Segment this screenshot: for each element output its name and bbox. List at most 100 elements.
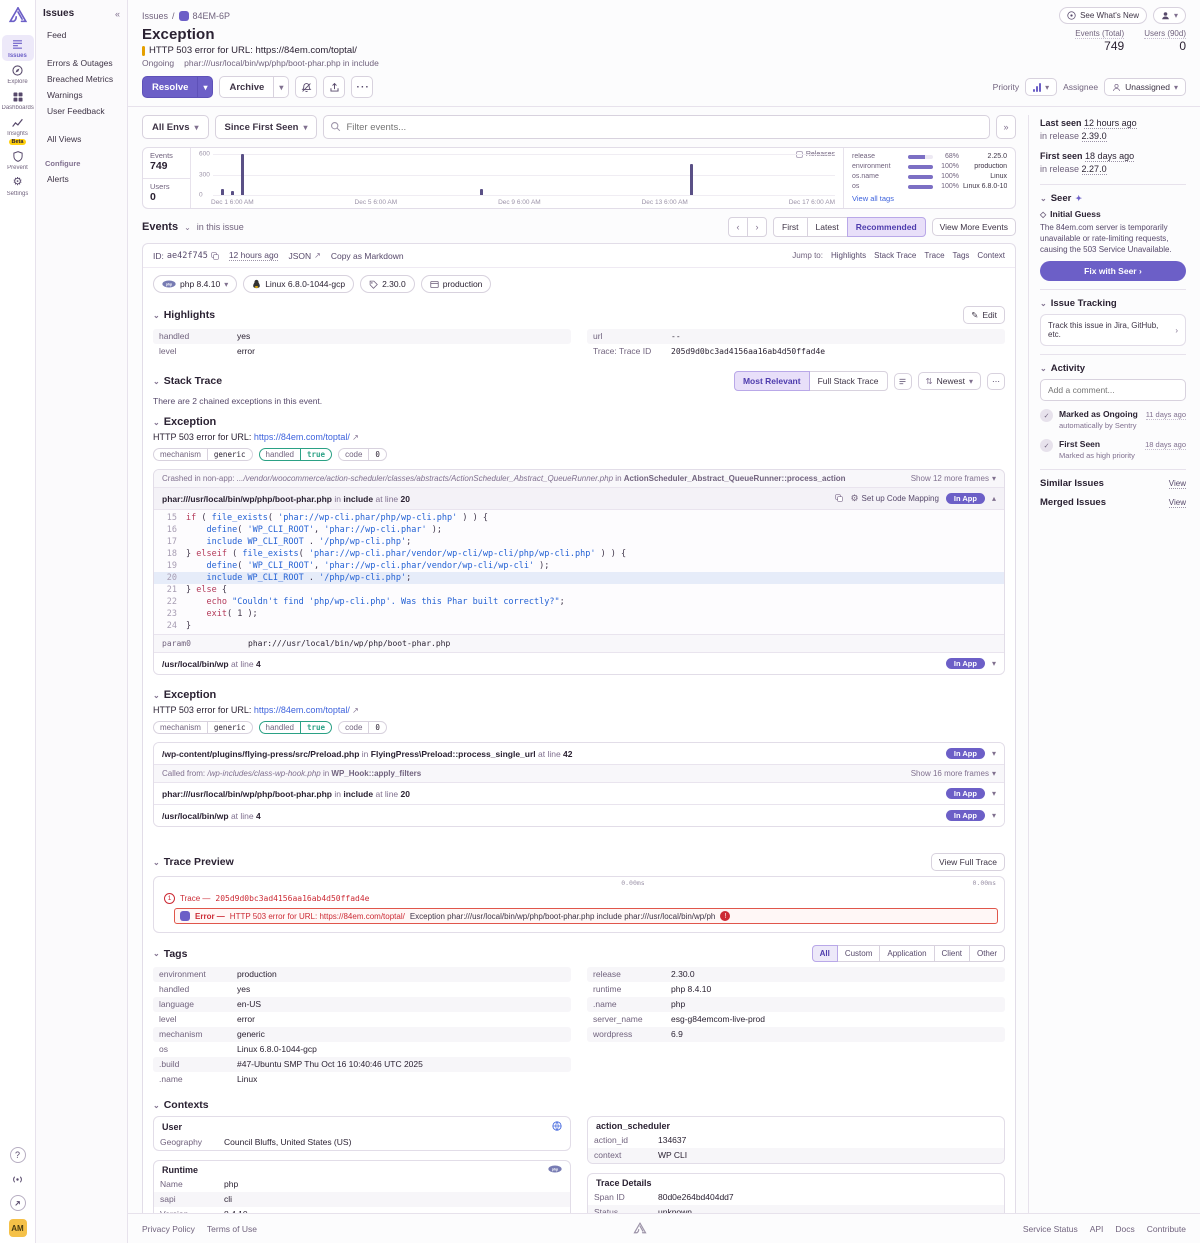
events-nav-first[interactable]: First — [773, 217, 808, 237]
jump-link-tags[interactable]: Tags — [953, 251, 970, 260]
view-json-link[interactable]: JSON↗ — [288, 251, 320, 261]
tag-summary-row-environment[interactable]: environment100%production — [852, 163, 1007, 170]
tags-filter-other[interactable]: Other — [969, 945, 1005, 962]
issue-tracking-title[interactable]: ⌄ Issue Tracking — [1040, 298, 1186, 309]
exception-title[interactable]: ⌄Exception — [153, 689, 1005, 701]
contexts-title[interactable]: ⌄Contexts — [153, 1099, 209, 1111]
collapse-sidebar-icon[interactable]: « — [115, 9, 120, 19]
chevron-down-icon[interactable]: ▾ — [992, 659, 996, 668]
comment-input[interactable] — [1040, 379, 1186, 401]
last-seen-release-link[interactable]: 2.39.0 — [1082, 131, 1107, 142]
copy-as-markdown-link[interactable]: Copy as Markdown — [331, 251, 404, 261]
rail-item-explore[interactable]: Explore — [2, 61, 34, 87]
events-bar-chart[interactable]: Releases 6003000 Dec 1 6:00 AMDec 5 6:00… — [191, 148, 843, 208]
sidebar-item-breached-metrics[interactable]: Breached Metrics — [43, 71, 120, 87]
expand-filters-button[interactable]: » — [996, 115, 1016, 139]
assignee-dropdown[interactable]: Unassigned ▾ — [1104, 78, 1186, 96]
broadcast-icon[interactable] — [10, 1171, 26, 1187]
support-icon[interactable] — [10, 1195, 26, 1211]
archive-dropdown-button[interactable]: ▾ — [274, 76, 289, 98]
tag-summary-row-release[interactable]: release68%2.25.0 — [852, 153, 1007, 160]
jump-link-context[interactable]: Context — [977, 251, 1005, 260]
rail-item-settings[interactable]: ⚙Settings — [2, 173, 34, 199]
trace-preview-title[interactable]: ⌄Trace Preview — [153, 856, 234, 868]
message-url-link[interactable]: https://84em.com/toptal/ — [254, 432, 350, 442]
trace-error-row[interactable]: Error — HTTP 503 error for URL: https://… — [174, 908, 998, 924]
frame-header[interactable]: /usr/local/bin/wp at line 4In App▾ — [154, 653, 1004, 674]
fix-with-seer-button[interactable]: Fix with Seer › — [1040, 261, 1186, 281]
rail-item-dashboards[interactable]: Dashboards — [2, 87, 34, 113]
search-input[interactable] — [323, 115, 990, 139]
tags-filter-all[interactable]: All — [812, 945, 838, 962]
edit-highlights-button[interactable]: ✎Edit — [963, 306, 1005, 324]
sidebar-item-feed[interactable]: Feed — [43, 27, 120, 43]
jump-link-highlights[interactable]: Highlights — [831, 251, 866, 260]
footer-link-service-status[interactable]: Service Status — [1023, 1224, 1078, 1234]
resolve-button[interactable]: Resolve — [142, 76, 198, 98]
frame-header[interactable]: /usr/local/bin/wp at line 4In App▾ — [154, 805, 1004, 826]
event-tag-linux[interactable]: Linux 6.8.0-1044-gcp — [243, 275, 354, 293]
merged-issues-view-link[interactable]: View — [1169, 498, 1186, 508]
value[interactable]: 205d9d0bc3ad4156aa16ab4d50ffad4e — [671, 346, 825, 357]
more-actions-button[interactable]: ⋯ — [351, 76, 373, 98]
event-id[interactable]: ID: ae42f745 — [153, 251, 219, 261]
user-avatar[interactable]: AM — [9, 1219, 27, 1237]
similar-issues-view-link[interactable]: View — [1169, 479, 1186, 489]
setup-code-mapping-button[interactable]: ⚙ Set up Code Mapping — [850, 493, 938, 504]
trace-root-row[interactable]: 1 Trace — 205d9d0bc3ad4156aa16ab4d50ffad… — [160, 891, 998, 906]
help-icon[interactable]: ? — [10, 1147, 26, 1163]
user-menu-button[interactable]: ▾ — [1153, 7, 1186, 24]
sidebar-item-all-views[interactable]: All Views — [43, 131, 120, 147]
sidebar-item-warnings[interactable]: Warnings — [43, 87, 120, 103]
sort-dropdown[interactable]: ⇅Newest▾ — [918, 372, 981, 390]
chart-users-stat[interactable]: Users 0 — [143, 178, 190, 209]
highlights-title[interactable]: ⌄Highlights — [153, 309, 215, 321]
issue-tracking-card[interactable]: Track this issue in Jira, GitHub, etc. › — [1040, 314, 1186, 346]
frame-header[interactable]: /wp-content/plugins/flying-press/src/Pre… — [154, 743, 1004, 764]
footer-link-terms-of-use[interactable]: Terms of Use — [207, 1224, 257, 1234]
mute-notifications-button[interactable] — [295, 76, 317, 98]
footer-link-privacy-policy[interactable]: Privacy Policy — [142, 1224, 195, 1234]
event-tag-environment[interactable]: production — [421, 275, 492, 293]
view-more-events-button[interactable]: View More Events — [932, 218, 1016, 236]
footer-link-docs[interactable]: Docs — [1115, 1224, 1134, 1234]
date-range-filter[interactable]: Since First Seen▾ — [215, 115, 318, 139]
copy-icon[interactable] — [835, 494, 843, 504]
show-more-frames[interactable]: Show 12 more frames▾ — [911, 474, 996, 483]
exception-title[interactable]: ⌄Exception — [153, 416, 1005, 428]
stack-trace-title[interactable]: ⌄Stack Trace — [153, 375, 222, 387]
value[interactable]: 2.30.0 — [671, 969, 695, 980]
share-button[interactable] — [323, 76, 345, 98]
activity-title[interactable]: ⌄ Activity — [1040, 363, 1186, 374]
chevron-up-icon[interactable]: ▴ — [992, 494, 996, 503]
frame-header[interactable]: phar:///usr/local/bin/wp/php/boot-phar.p… — [154, 488, 1004, 509]
frame-header[interactable]: phar:///usr/local/bin/wp/php/boot-phar.p… — [154, 783, 1004, 804]
tags-title[interactable]: ⌄Tags — [153, 948, 187, 960]
archive-button[interactable]: Archive — [219, 76, 274, 98]
sidebar-item-alerts[interactable]: Alerts — [43, 171, 120, 187]
rail-item-issues[interactable]: Issues — [2, 35, 34, 61]
stack-trace-options-button[interactable]: ⋯ — [987, 373, 1005, 390]
rail-item-insights[interactable]: InsightsBeta — [2, 113, 34, 147]
chevron-down-icon[interactable]: ▾ — [992, 789, 996, 798]
sentry-logo[interactable] — [8, 5, 28, 26]
view-all-tags-link[interactable]: View all tags — [852, 194, 1007, 203]
tags-filter-custom[interactable]: Custom — [837, 945, 881, 962]
resolve-dropdown-button[interactable]: ▾ — [198, 76, 213, 98]
first-seen-value[interactable]: 18 days ago — [1085, 151, 1134, 162]
rail-item-prevent[interactable]: Prevent — [2, 147, 34, 173]
environment-filter[interactable]: All Envs▾ — [142, 115, 209, 139]
stack-trace-view-full-stack-trace[interactable]: Full Stack Trace — [809, 371, 888, 391]
activity-time[interactable]: 18 days ago — [1145, 440, 1186, 450]
chevron-down-icon[interactable]: ▾ — [992, 749, 996, 758]
tags-filter-application[interactable]: Application — [879, 945, 934, 962]
previous-event-button[interactable]: ‹ — [728, 217, 748, 237]
footer-link-api[interactable]: API — [1090, 1224, 1104, 1234]
whats-new-button[interactable]: See What's New — [1059, 7, 1147, 24]
activity-time[interactable]: 11 days ago — [1146, 410, 1186, 420]
message-url-link[interactable]: https://84em.com/toptal/ — [254, 705, 350, 715]
view-full-trace-button[interactable]: View Full Trace — [931, 853, 1005, 871]
events-total-label[interactable]: Events (Total) — [1075, 29, 1124, 39]
event-tag-release[interactable]: 2.30.0 — [360, 275, 415, 293]
events-nav-latest[interactable]: Latest — [807, 217, 848, 237]
